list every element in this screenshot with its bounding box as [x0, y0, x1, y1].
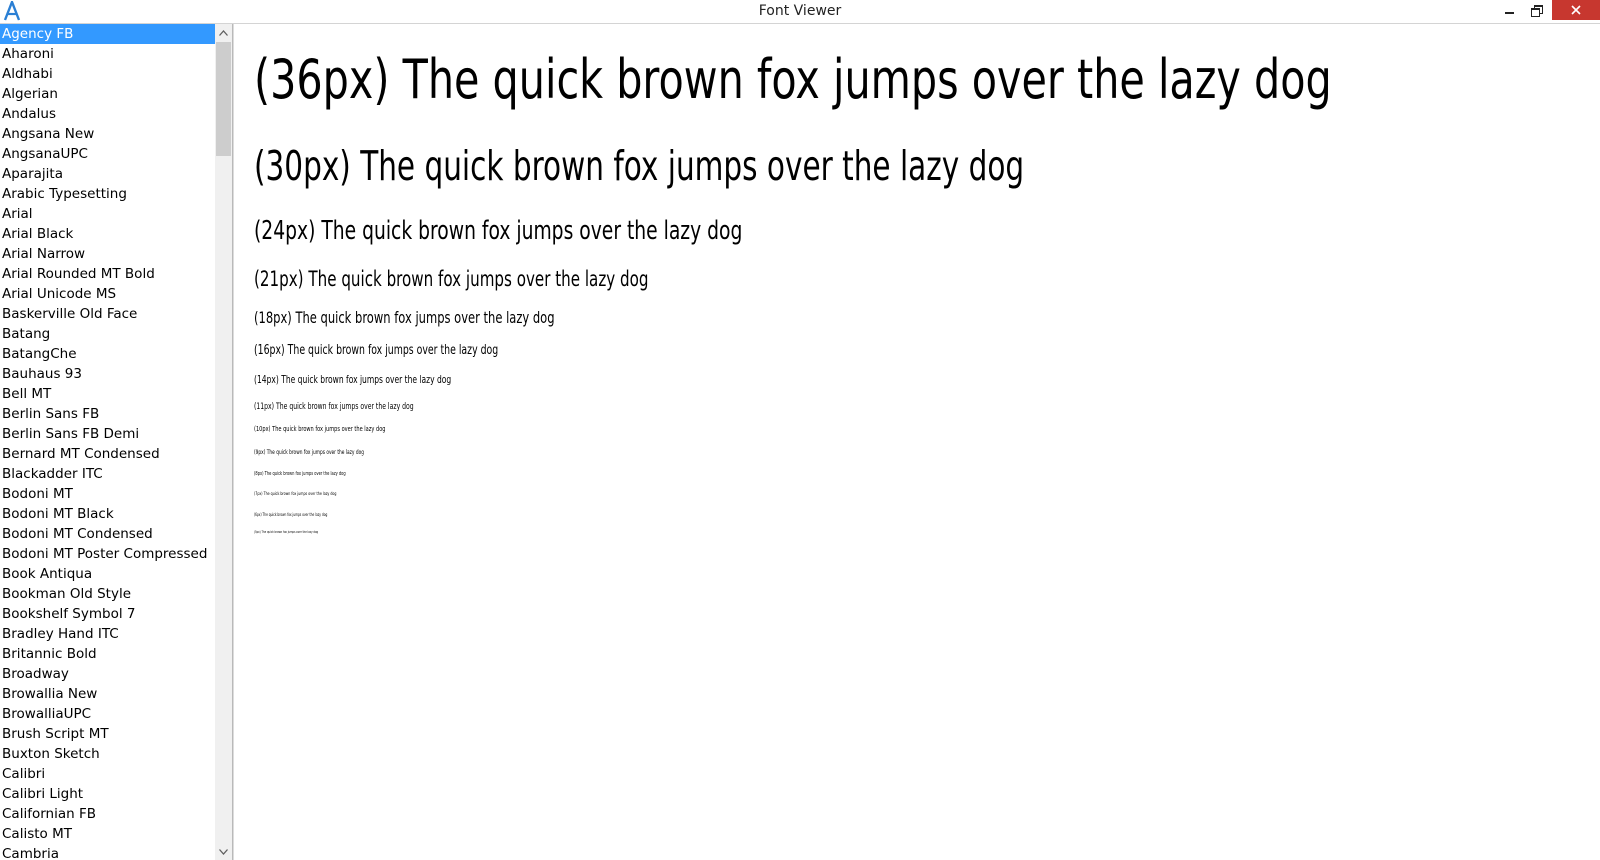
- font-list-item[interactable]: Aparajita: [0, 164, 215, 184]
- sample-text-10px: (10px) The quick brown fox jumps over th…: [254, 425, 386, 433]
- font-preview-pane: (36px) The quick brown fox jumps over th…: [233, 24, 1600, 860]
- font-list-item[interactable]: Californian FB: [0, 804, 215, 824]
- font-list-item[interactable]: Bauhaus 93: [0, 364, 215, 384]
- scroll-up-arrow-icon[interactable]: [215, 24, 232, 41]
- font-list-item[interactable]: Aharoni: [0, 44, 215, 64]
- font-list-item[interactable]: BrowalliaUPC: [0, 704, 215, 724]
- sample-text-7px: (7px) The quick brown fox jumps over the…: [254, 492, 337, 497]
- font-list-item[interactable]: Blackadder ITC: [0, 464, 215, 484]
- font-list-item[interactable]: Brush Script MT: [0, 724, 215, 744]
- scroll-thumb[interactable]: [216, 42, 231, 156]
- sample-text-18px: (18px) The quick brown fox jumps over th…: [254, 308, 555, 327]
- font-list-item[interactable]: Bodoni MT Condensed: [0, 524, 215, 544]
- font-list-item[interactable]: Aldhabi: [0, 64, 215, 84]
- font-list-item[interactable]: Arial: [0, 204, 215, 224]
- sample-text-24px: (24px) The quick brown fox jumps over th…: [254, 216, 743, 246]
- font-list-item[interactable]: Calibri Light: [0, 784, 215, 804]
- restore-icon: [1530, 5, 1543, 17]
- window-title: Font Viewer: [758, 3, 842, 19]
- sample-text-14px: (14px) The quick brown fox jumps over th…: [254, 374, 452, 386]
- font-list-item[interactable]: Berlin Sans FB Demi: [0, 424, 215, 444]
- font-list-item[interactable]: Book Antiqua: [0, 564, 215, 584]
- font-list[interactable]: Agency FB Aharoni Aldhabi Algerian Andalus An…: [0, 24, 215, 860]
- title-bar[interactable]: Font Viewer: [0, 0, 1600, 24]
- font-viewer-window: Font Viewer Agency FB Aharoni Aldhabi Alger…: [0, 0, 1600, 860]
- minimize-icon: [1504, 12, 1514, 14]
- close-button[interactable]: [1552, 0, 1600, 20]
- font-list-item-selected[interactable]: Agency FB: [0, 24, 215, 44]
- font-list-item[interactable]: BatangChe: [0, 344, 215, 364]
- sample-text-11px: (11px) The quick brown fox jumps over th…: [254, 402, 414, 412]
- font-list-item[interactable]: Browallia New: [0, 684, 215, 704]
- font-list-scrollbar[interactable]: [215, 24, 232, 860]
- font-list-item[interactable]: AngsanaUPC: [0, 144, 215, 164]
- sample-text-6px: (6px) The quick brown fox jumps over the…: [254, 512, 328, 517]
- sample-text-8px: (8px) The quick brown fox jumps over the…: [254, 471, 346, 477]
- font-list-item[interactable]: Bernard MT Condensed: [0, 444, 215, 464]
- font-list-item[interactable]: Calisto MT: [0, 824, 215, 844]
- font-list-item[interactable]: Britannic Bold: [0, 644, 215, 664]
- font-list-item[interactable]: Bell MT: [0, 384, 215, 404]
- font-list-item[interactable]: Arial Unicode MS: [0, 284, 215, 304]
- font-list-item[interactable]: Algerian: [0, 84, 215, 104]
- font-list-panel: Agency FB Aharoni Aldhabi Algerian Andalus An…: [0, 24, 233, 860]
- font-list-item[interactable]: Broadway: [0, 664, 215, 684]
- font-list-item[interactable]: Andalus: [0, 104, 215, 124]
- sample-text-5px: (5px) The quick brown fox jumps over the…: [254, 530, 319, 534]
- app-letter-a-icon: [3, 0, 21, 21]
- font-list-item[interactable]: Bookman Old Style: [0, 584, 215, 604]
- sample-text-9px: (9px) The quick brown fox jumps over the…: [254, 449, 364, 456]
- sample-text-21px: (21px) The quick brown fox jumps over th…: [254, 267, 649, 291]
- font-list-item[interactable]: Angsana New: [0, 124, 215, 144]
- sample-text-30px: (30px) The quick brown fox jumps over th…: [254, 142, 1025, 190]
- font-list-item[interactable]: Arial Black: [0, 224, 215, 244]
- close-icon: [1571, 5, 1581, 15]
- font-list-item[interactable]: Arial Rounded MT Bold: [0, 264, 215, 284]
- font-list-item[interactable]: Batang: [0, 324, 215, 344]
- font-list-item[interactable]: Buxton Sketch: [0, 744, 215, 764]
- font-list-item[interactable]: Bodoni MT Poster Compressed: [0, 544, 215, 564]
- font-list-item[interactable]: Bookshelf Symbol 7: [0, 604, 215, 624]
- sample-text-36px: (36px) The quick brown fox jumps over th…: [254, 48, 1332, 111]
- font-list-item[interactable]: Arial Narrow: [0, 244, 215, 264]
- sample-text-16px: (16px) The quick brown fox jumps over th…: [254, 343, 499, 358]
- restore-button[interactable]: [1522, 0, 1550, 20]
- font-list-item[interactable]: Arabic Typesetting: [0, 184, 215, 204]
- minimize-button[interactable]: [1496, 0, 1522, 20]
- font-list-item[interactable]: Cambria: [0, 844, 215, 860]
- font-list-item[interactable]: Bodoni MT: [0, 484, 215, 504]
- font-list-item[interactable]: Baskerville Old Face: [0, 304, 215, 324]
- font-list-item[interactable]: Bradley Hand ITC: [0, 624, 215, 644]
- font-list-item[interactable]: Bodoni MT Black: [0, 504, 215, 524]
- scroll-down-arrow-icon[interactable]: [215, 843, 232, 860]
- font-list-item[interactable]: Calibri: [0, 764, 215, 784]
- font-list-item[interactable]: Berlin Sans FB: [0, 404, 215, 424]
